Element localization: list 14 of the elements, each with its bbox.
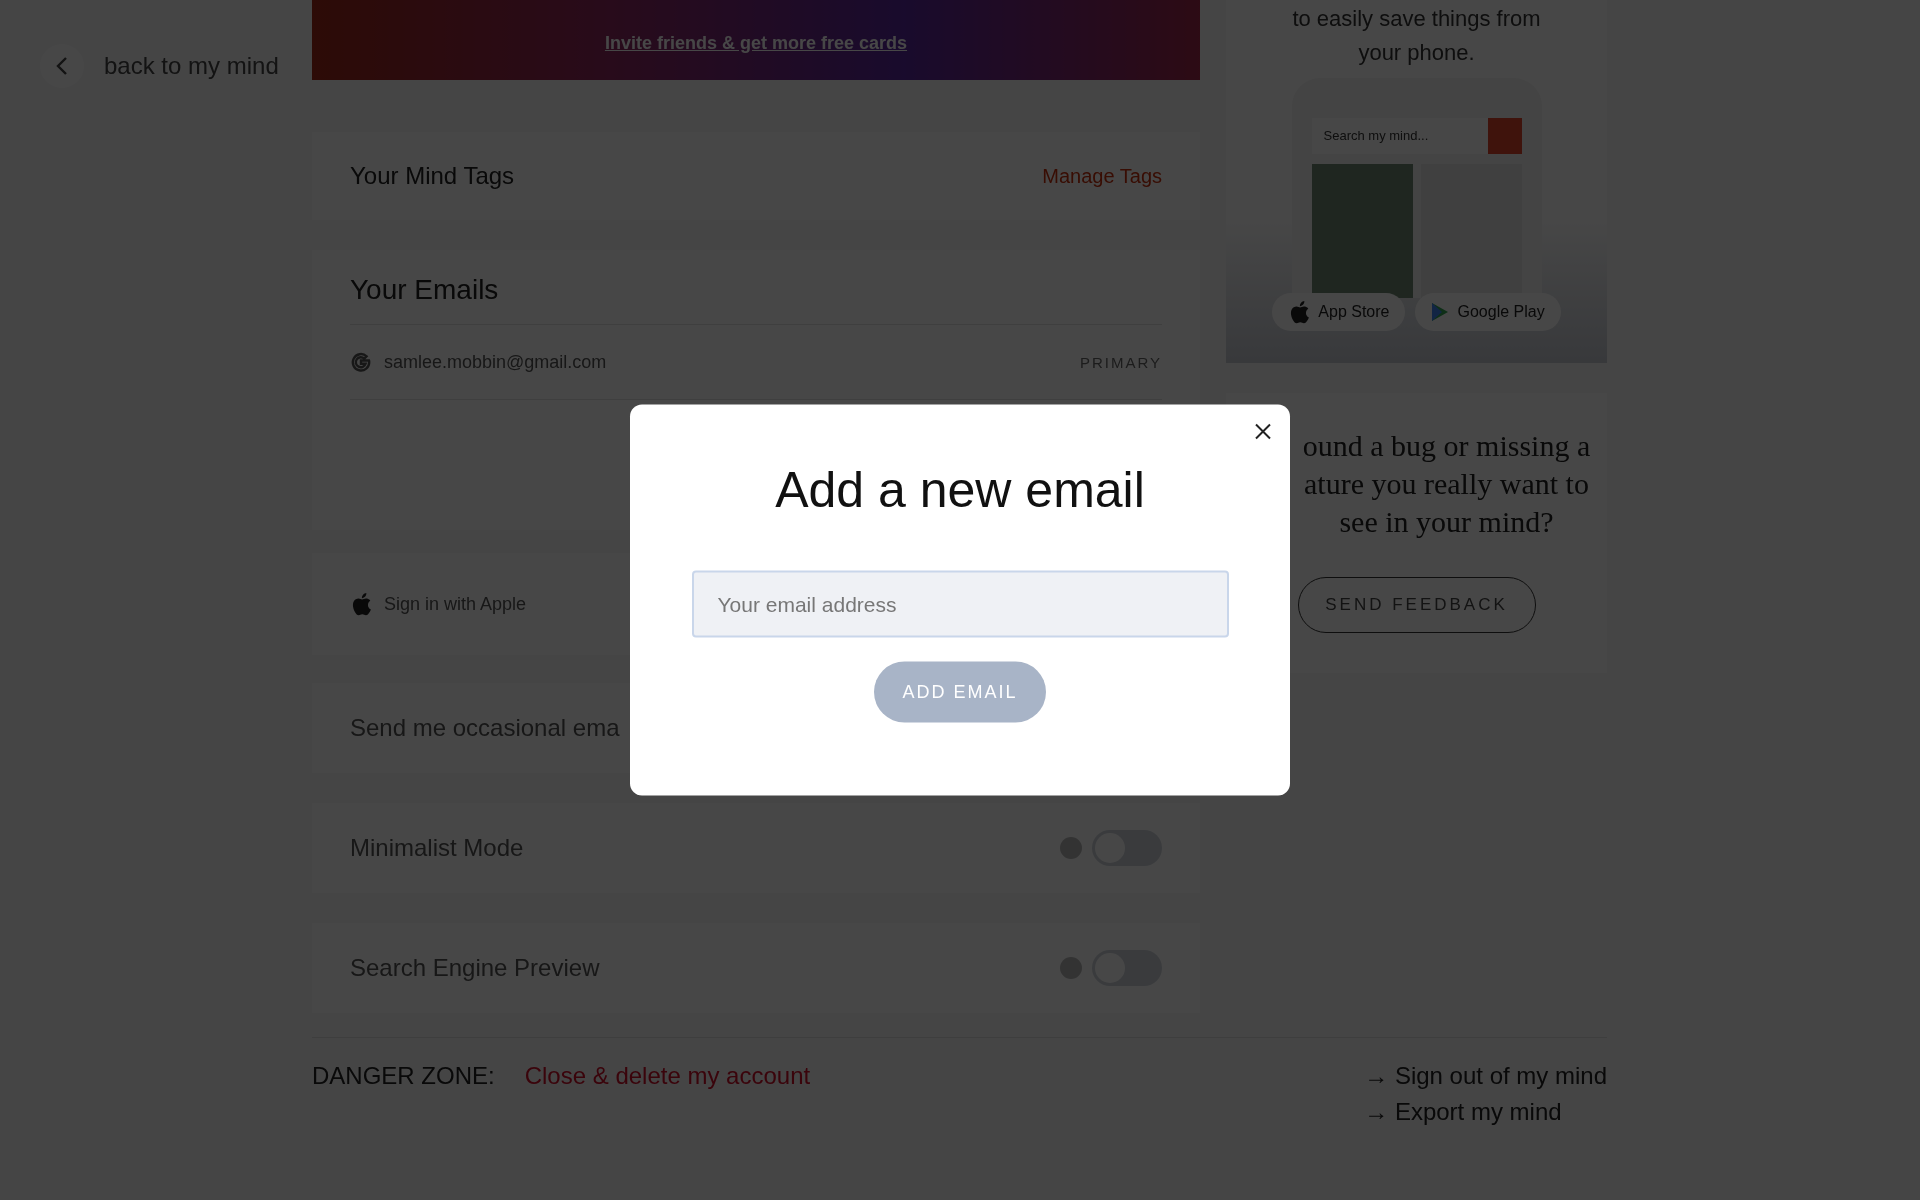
card-title: Your Emails xyxy=(350,274,500,306)
dialog-title: Add a new email xyxy=(775,460,1145,519)
add-email-button[interactable]: ADD EMAIL xyxy=(874,661,1046,723)
manage-tags-link[interactable]: Manage Tags xyxy=(1042,164,1162,188)
card-title: Your Mind Tags xyxy=(350,162,515,190)
close-icon xyxy=(1254,422,1272,441)
promo-text: to easily save things from your phone. xyxy=(1291,5,1542,67)
account-link[interactable]: → Export my mind xyxy=(1364,1098,1607,1126)
delete-account-link[interactable]: Close & delete my account xyxy=(524,1062,811,1089)
email-input-field[interactable]: Your email address xyxy=(691,570,1229,638)
phone-search-text: Search my mind... xyxy=(1322,127,1430,145)
danger-zone-label: DANGER ZONE: xyxy=(312,1062,495,1089)
feedback-text: ound a bug or missing a ature you really want to see in your mind? xyxy=(1301,428,1592,540)
account-link[interactable]: → Sign out of my mind xyxy=(1364,1062,1607,1090)
